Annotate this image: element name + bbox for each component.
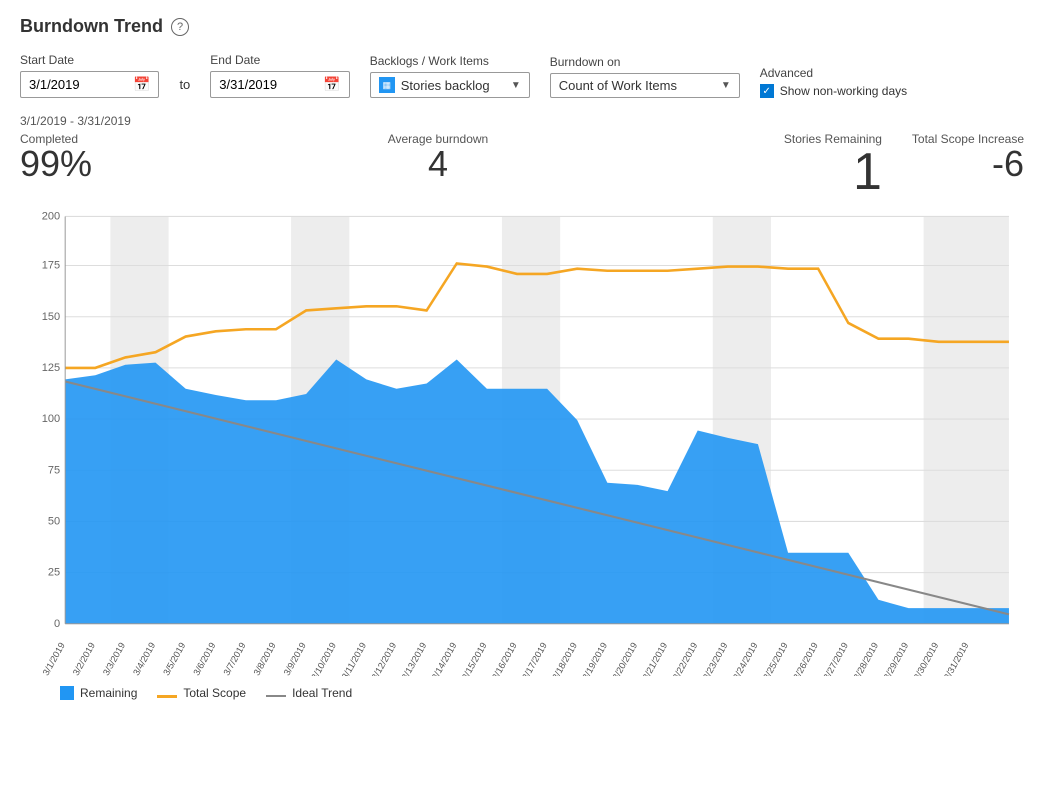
advanced-group: Advanced Show non-working days [760, 66, 907, 98]
ideal-trend-legend-color [266, 695, 286, 697]
y-label-125: 125 [42, 362, 60, 374]
svg-text:3/25/2019: 3/25/2019 [761, 641, 790, 676]
y-label-200: 200 [42, 210, 60, 222]
svg-text:3/1/2019: 3/1/2019 [41, 641, 67, 676]
burndown-group: Burndown on Count of Work Items ▼ [550, 55, 740, 98]
right-stats: Stories Remaining 1 Total Scope Increase… [784, 132, 1024, 198]
svg-text:3/27/2019: 3/27/2019 [821, 641, 850, 676]
svg-text:3/12/2019: 3/12/2019 [370, 641, 399, 676]
burndown-dropdown[interactable]: Count of Work Items ▼ [550, 73, 740, 98]
remaining-legend-color [60, 686, 74, 700]
backlogs-chevron-icon: ▼ [511, 80, 521, 91]
svg-text:3/24/2019: 3/24/2019 [731, 641, 760, 676]
svg-text:3/29/2019: 3/29/2019 [882, 641, 911, 676]
svg-text:3/18/2019: 3/18/2019 [550, 641, 579, 676]
advanced-label: Advanced [760, 66, 907, 80]
svg-text:3/14/2019: 3/14/2019 [430, 641, 459, 676]
y-label-100: 100 [42, 413, 60, 425]
start-date-input[interactable]: 📅 [20, 71, 159, 98]
total-scope-legend: Total Scope [157, 686, 246, 700]
end-date-calendar-icon[interactable]: 📅 [323, 76, 340, 93]
svg-text:3/19/2019: 3/19/2019 [580, 641, 609, 676]
end-date-input[interactable]: 📅 [210, 71, 349, 98]
show-nonworking-checkbox[interactable] [760, 84, 774, 98]
stories-remaining-value: 1 [784, 146, 882, 198]
backlogs-dropdown[interactable]: ▦ Stories backlog ▼ [370, 72, 530, 98]
svg-text:3/9/2019: 3/9/2019 [282, 641, 308, 676]
weekend-band-5 [924, 216, 1009, 623]
stats-row: Completed 99% Average burndown 4 Stories… [20, 132, 1024, 198]
svg-text:3/13/2019: 3/13/2019 [400, 641, 429, 676]
y-label-175: 175 [42, 259, 60, 271]
svg-text:3/10/2019: 3/10/2019 [309, 641, 338, 676]
svg-text:3/16/2019: 3/16/2019 [490, 641, 519, 676]
y-label-0: 0 [54, 618, 60, 630]
svg-text:3/20/2019: 3/20/2019 [611, 641, 640, 676]
svg-text:3/8/2019: 3/8/2019 [252, 641, 278, 676]
burndown-value: Count of Work Items [559, 78, 721, 93]
remaining-area [65, 360, 1009, 624]
total-scope-legend-label: Total Scope [183, 686, 246, 700]
end-date-field[interactable] [219, 77, 319, 92]
y-label-150: 150 [42, 311, 60, 323]
controls-row: Start Date 📅 to End Date 📅 Backlogs / Wo… [20, 53, 1024, 98]
y-label-25: 25 [48, 567, 60, 579]
burndown-label: Burndown on [550, 55, 740, 69]
svg-text:3/26/2019: 3/26/2019 [791, 641, 820, 676]
completed-stat: Completed 99% [20, 132, 92, 182]
svg-text:3/28/2019: 3/28/2019 [852, 641, 881, 676]
total-scope-stat: Total Scope Increase -6 [912, 132, 1024, 182]
svg-text:3/4/2019: 3/4/2019 [131, 641, 157, 676]
svg-text:3/7/2019: 3/7/2019 [222, 641, 248, 676]
main-container: Burndown Trend ? Start Date 📅 to End Dat… [0, 0, 1044, 797]
backlogs-group: Backlogs / Work Items ▦ Stories backlog … [370, 54, 530, 98]
svg-text:3/17/2019: 3/17/2019 [520, 641, 549, 676]
svg-text:3/22/2019: 3/22/2019 [671, 641, 700, 676]
to-label: to [179, 77, 190, 98]
svg-text:3/15/2019: 3/15/2019 [460, 641, 489, 676]
show-nonworking-label: Show non-working days [780, 84, 907, 98]
ideal-trend-legend-label: Ideal Trend [292, 686, 352, 700]
end-date-label: End Date [210, 53, 349, 67]
svg-text:3/2/2019: 3/2/2019 [71, 641, 97, 676]
remaining-legend: Remaining [60, 686, 137, 700]
start-date-label: Start Date [20, 53, 159, 67]
avg-burndown-stat: Average burndown 4 [388, 132, 489, 182]
start-date-calendar-icon[interactable]: 📅 [133, 76, 150, 93]
page-title: Burndown Trend [20, 16, 163, 37]
end-date-group: End Date 📅 [210, 53, 349, 98]
backlogs-label: Backlogs / Work Items [370, 54, 530, 68]
legend-row: Remaining Total Scope Ideal Trend [20, 686, 1024, 700]
total-scope-legend-color [157, 695, 177, 698]
ideal-trend-legend: Ideal Trend [266, 686, 352, 700]
remaining-legend-label: Remaining [80, 686, 137, 700]
x-axis-labels: 3/1/2019 3/2/2019 3/3/2019 3/4/2019 3/5/… [41, 641, 971, 676]
y-label-50: 50 [48, 515, 60, 527]
date-range-label: 3/1/2019 - 3/31/2019 [20, 114, 1024, 128]
backlog-icon: ▦ [379, 77, 395, 93]
avg-burndown-value: 4 [388, 146, 489, 182]
help-icon[interactable]: ? [171, 18, 189, 36]
burndown-chart: 0 25 50 75 100 125 150 175 200 3/1/2019 … [20, 206, 1024, 676]
start-date-group: Start Date 📅 [20, 53, 159, 98]
burndown-chevron-icon: ▼ [721, 80, 731, 91]
start-date-field[interactable] [29, 77, 129, 92]
svg-text:3/5/2019: 3/5/2019 [161, 641, 187, 676]
y-label-75: 75 [48, 464, 60, 476]
svg-text:3/3/2019: 3/3/2019 [101, 641, 127, 676]
chart-area: 0 25 50 75 100 125 150 175 200 3/1/2019 … [20, 206, 1024, 676]
stories-remaining-stat: Stories Remaining 1 [784, 132, 882, 198]
svg-text:3/6/2019: 3/6/2019 [191, 641, 217, 676]
svg-text:3/23/2019: 3/23/2019 [701, 641, 730, 676]
show-nonworking-row: Show non-working days [760, 84, 907, 98]
svg-text:3/30/2019: 3/30/2019 [912, 641, 941, 676]
svg-text:3/11/2019: 3/11/2019 [340, 641, 368, 676]
title-row: Burndown Trend ? [20, 16, 1024, 37]
svg-text:3/21/2019: 3/21/2019 [641, 641, 670, 676]
backlogs-value: Stories backlog [401, 78, 511, 93]
total-scope-value: -6 [912, 146, 1024, 182]
completed-value: 99% [20, 146, 92, 182]
svg-text:3/31/2019: 3/31/2019 [942, 641, 971, 676]
